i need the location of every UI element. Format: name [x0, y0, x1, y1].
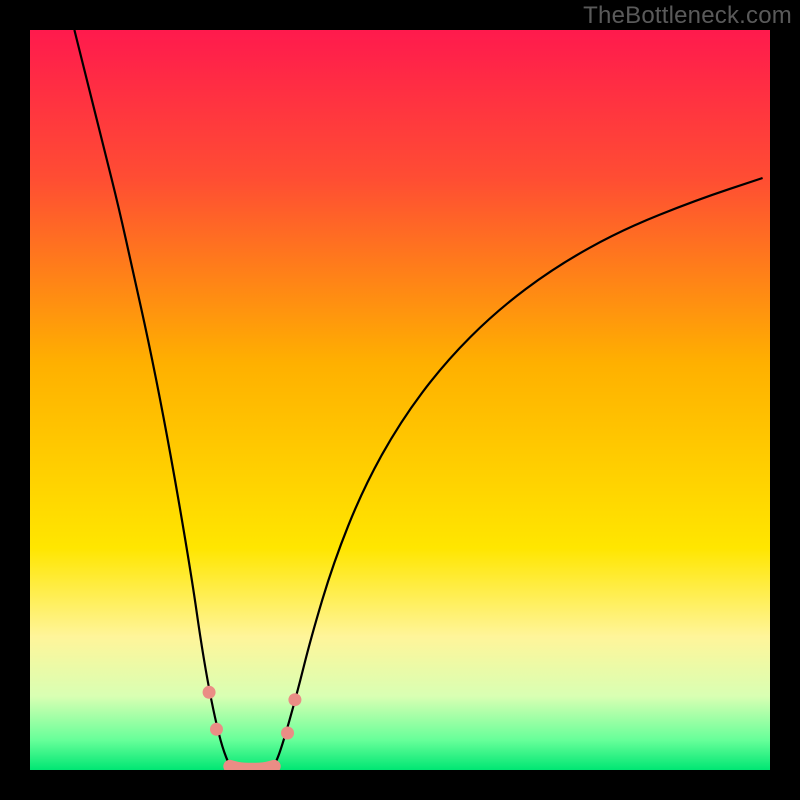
chart-svg: [30, 30, 770, 770]
gradient-background: [30, 30, 770, 770]
marker-right-dot-upper: [288, 693, 301, 706]
marker-right-dot-lower: [281, 727, 294, 740]
marker-left-dot-lower: [210, 723, 223, 736]
watermark-text: TheBottleneck.com: [583, 2, 792, 30]
marker-left-dot-upper: [203, 686, 216, 699]
series-bottom-band: [230, 766, 274, 769]
chart-outer: TheBottleneck.com: [0, 0, 800, 800]
plot-area: [30, 30, 770, 770]
